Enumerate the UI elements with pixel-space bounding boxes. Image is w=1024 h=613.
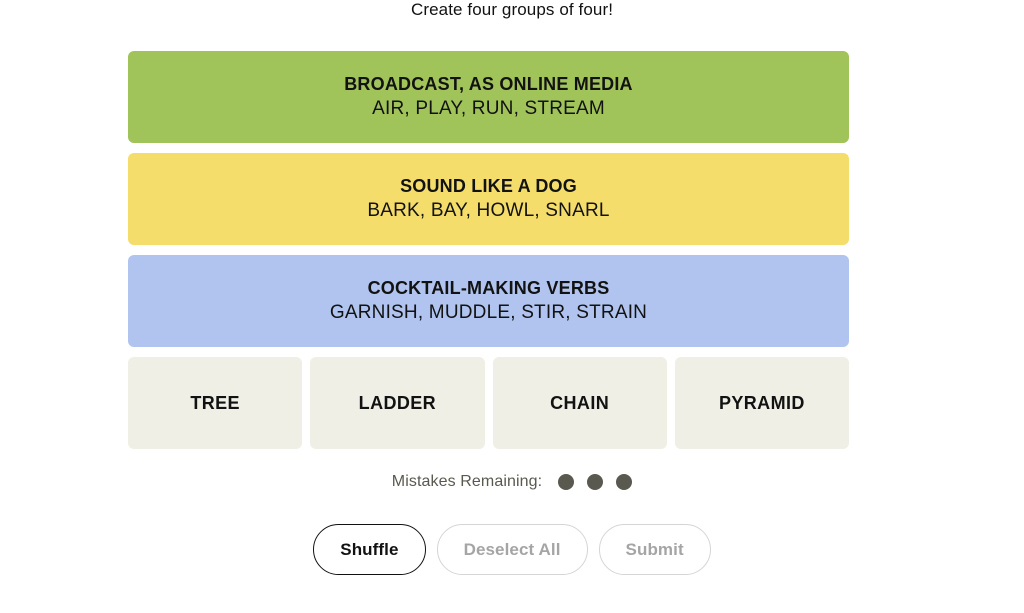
solved-group-green: BROADCAST, AS ONLINE MEDIA AIR, PLAY, RU… xyxy=(128,51,849,143)
solved-group-members: AIR, PLAY, RUN, STREAM xyxy=(372,98,605,119)
solved-group-category: BROADCAST, AS ONLINE MEDIA xyxy=(344,74,633,94)
mistake-dot-icon xyxy=(616,474,633,490)
control-bar: Shuffle Deselect All Submit xyxy=(0,524,1024,575)
deselect-all-button[interactable]: Deselect All xyxy=(436,524,588,575)
tile-chain[interactable]: CHAIN xyxy=(492,357,667,449)
submit-button[interactable]: Submit xyxy=(598,524,711,575)
solved-group-category: COCKTAIL-MAKING VERBS xyxy=(367,278,610,298)
solved-group-category: SOUND LIKE A DOG xyxy=(400,176,577,196)
tile-pyramid[interactable]: PYRAMID xyxy=(674,357,849,449)
tile-ladder[interactable]: LADDER xyxy=(310,357,485,449)
game-board: BROADCAST, AS ONLINE MEDIA AIR, PLAY, RU… xyxy=(128,51,849,449)
solved-group-yellow: SOUND LIKE A DOG BARK, BAY, HOWL, SNARL xyxy=(128,153,849,245)
mistakes-dots xyxy=(558,474,633,490)
tile-tree[interactable]: TREE xyxy=(128,357,303,449)
mistake-dot-icon xyxy=(587,474,604,490)
tile-grid: TREE LADDER CHAIN PYRAMID xyxy=(128,357,849,449)
solved-group-blue: COCKTAIL-MAKING VERBS GARNISH, MUDDLE, S… xyxy=(128,255,849,347)
solved-group-members: BARK, BAY, HOWL, SNARL xyxy=(367,200,610,221)
shuffle-button[interactable]: Shuffle xyxy=(313,524,426,575)
mistakes-label: Mistakes Remaining: xyxy=(391,473,543,490)
mistakes-remaining: Mistakes Remaining: xyxy=(0,473,1024,491)
page-title: Create four groups of four! xyxy=(410,0,614,19)
mistake-dot-icon xyxy=(558,474,575,490)
solved-group-members: GARNISH, MUDDLE, STIR, STRAIN xyxy=(329,302,648,323)
